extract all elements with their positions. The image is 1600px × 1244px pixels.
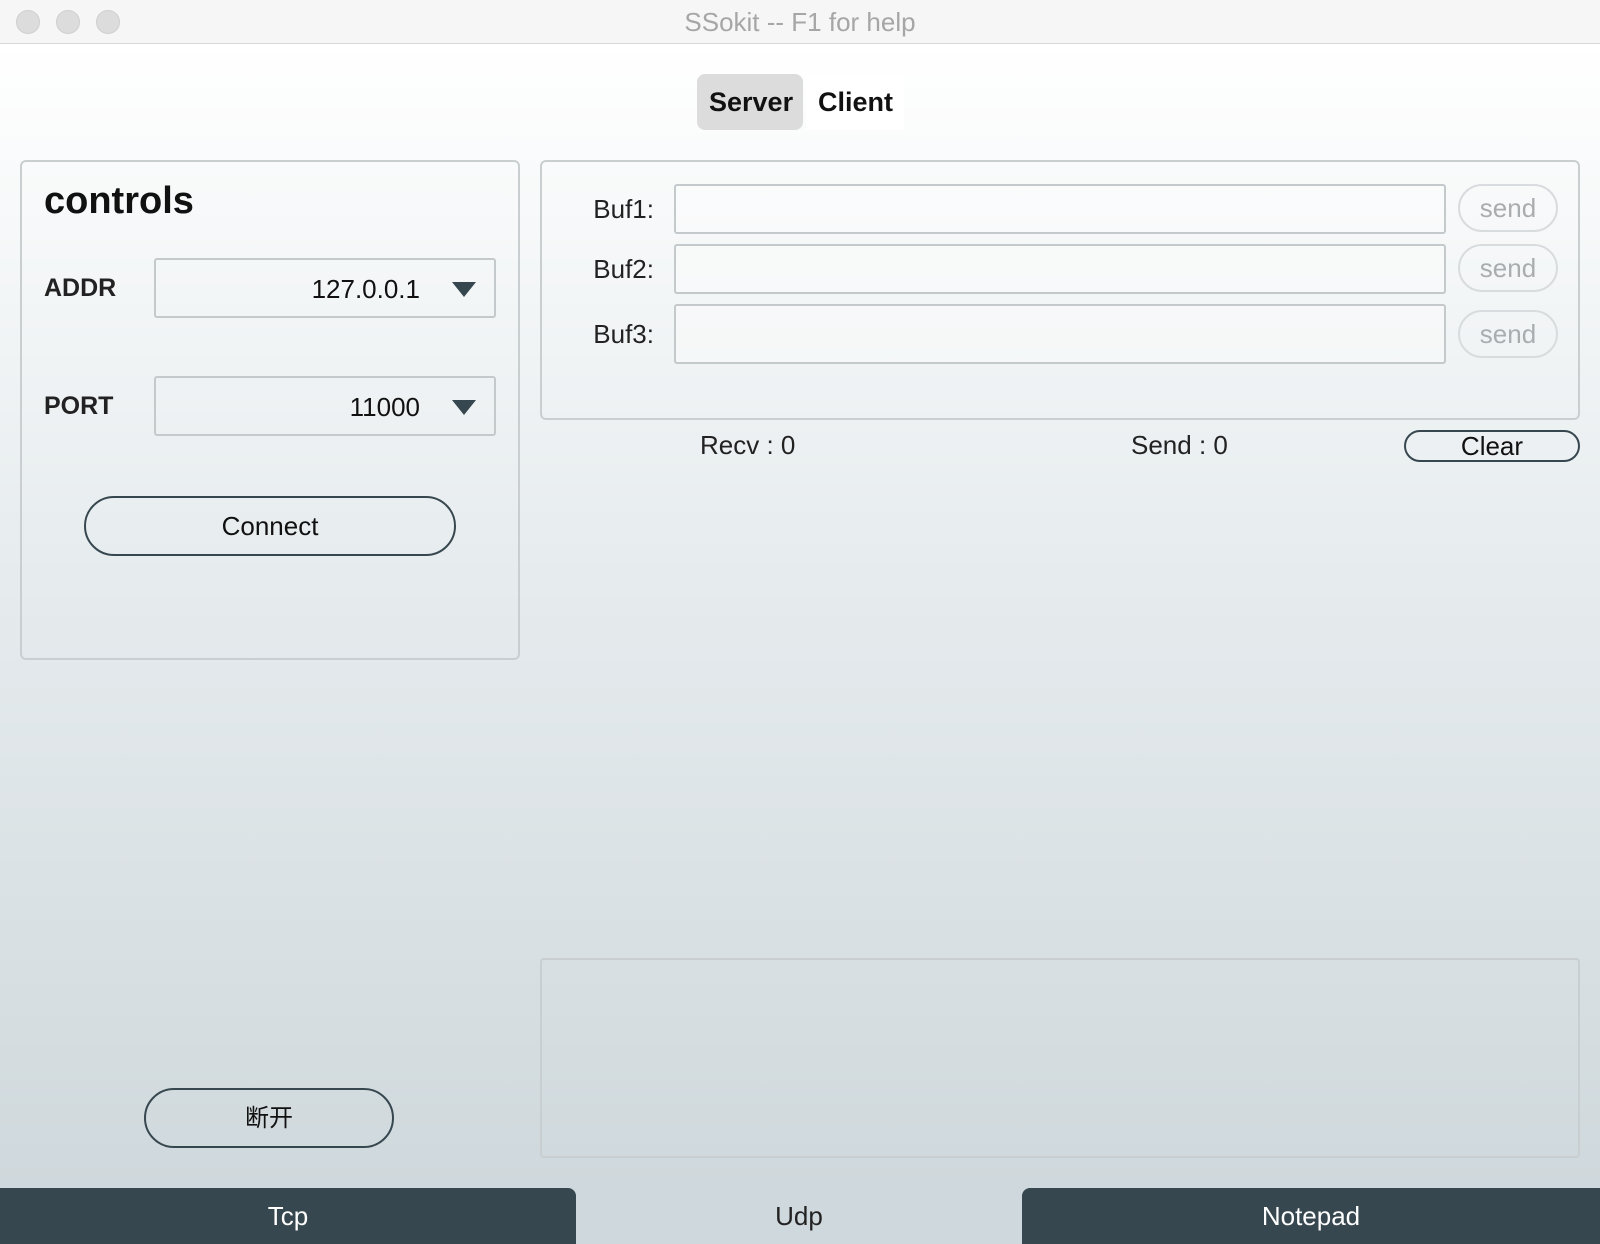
port-combobox[interactable]: 11000 [154,376,496,436]
title-bar: SSokit -- F1 for help [0,0,1600,44]
tab-server[interactable]: Server [697,74,803,130]
buf1-label: Buf1: [593,194,654,224]
buffers-panel: Buf1: send Buf2: send Buf3: send [540,160,1580,420]
connect-button[interactable]: Connect [84,496,456,556]
addr-label: ADDR [44,274,117,302]
send-counter: Send : 0 [1131,430,1228,460]
controls-panel: controls ADDR 127.0.0.1 PORT 11000 Conne… [20,160,520,660]
clear-button[interactable]: Clear [1404,430,1580,462]
buf2-label: Buf2: [593,254,654,284]
buf3-label: Buf3: [593,319,654,349]
port-label: PORT [44,392,114,420]
buf1-send-button[interactable]: send [1458,184,1558,232]
tab-tcp[interactable]: Tcp [0,1188,576,1244]
buf3-send-button[interactable]: send [1458,310,1558,358]
controls-title: controls [44,180,194,222]
main-content: Server Client controls ADDR 127.0.0.1 PO… [0,44,1600,1188]
tab-client[interactable]: Client [806,74,904,130]
port-value: 11000 [349,392,420,422]
buf3-input[interactable] [674,304,1446,364]
app-window: SSokit -- F1 for help Server Client cont… [0,0,1600,1244]
tab-notepad[interactable]: Notepad [1022,1188,1600,1244]
window-title: SSokit -- F1 for help [684,7,916,37]
tab-udp[interactable]: Udp [576,1188,1022,1244]
bottom-tab-bar: Tcp Udp Notepad [0,1188,1600,1244]
addr-dropdown-arrow-icon[interactable] [452,282,476,297]
buf2-send-button[interactable]: send [1458,244,1558,292]
buf1-input[interactable] [674,184,1446,234]
addr-value: 127.0.0.1 [311,274,420,304]
addr-combobox[interactable]: 127.0.0.1 [154,258,496,318]
buf2-input[interactable] [674,244,1446,294]
log-textarea[interactable] [540,958,1580,1158]
port-dropdown-arrow-icon[interactable] [452,400,476,415]
disconnect-button[interactable]: 断开 [144,1088,394,1148]
recv-counter: Recv : 0 [700,430,796,460]
